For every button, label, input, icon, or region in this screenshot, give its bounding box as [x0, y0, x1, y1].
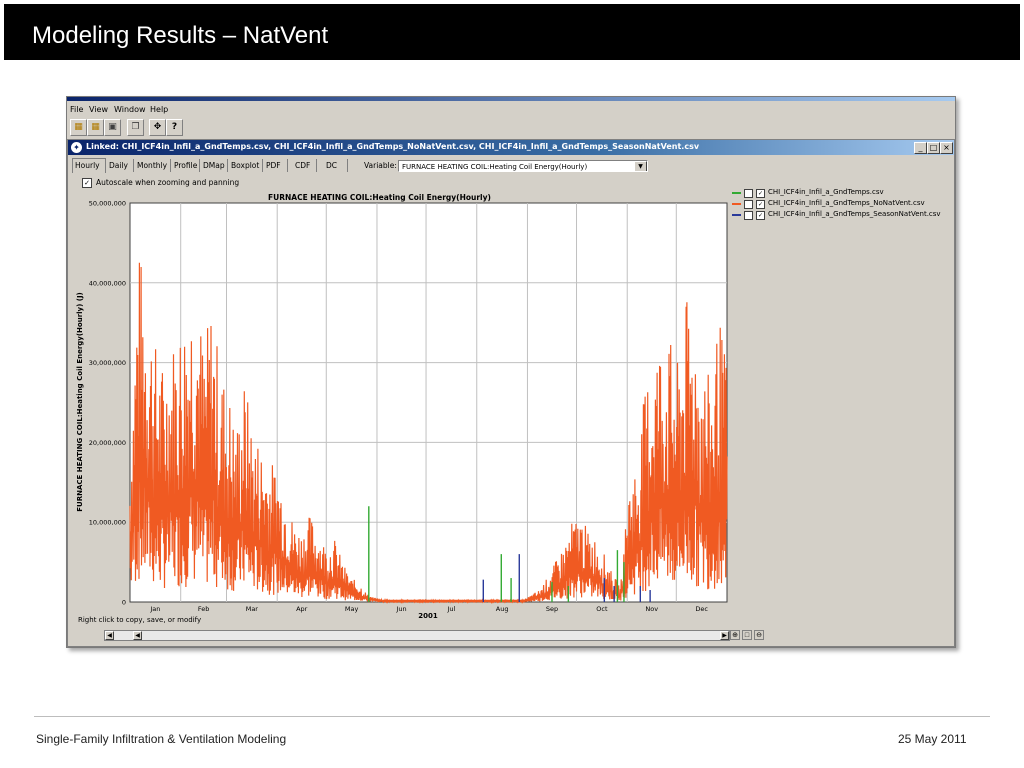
y-axis-label: FURNACE HEATING COIL:Heating Coil Energy…	[76, 292, 84, 512]
legend-visible-checkbox[interactable]	[744, 211, 753, 220]
x-tick-label: Nov	[645, 605, 658, 613]
legend-item-seasonnatvent: ✓ CHI_ICF4in_Infil_a_GndTemps_SeasonNatV…	[732, 210, 962, 220]
legend-visible-checkbox[interactable]	[744, 189, 753, 198]
legend-checked-checkbox[interactable]: ✓	[756, 200, 765, 209]
y-tick-label: 40,000,000	[89, 279, 126, 287]
x-tick-label: Oct	[596, 605, 608, 613]
footer-divider	[34, 716, 990, 717]
menu-bar: File View Window Help	[67, 102, 955, 117]
footer-left-text: Single-Family Infiltration & Ventilation…	[36, 732, 287, 746]
legend-visible-checkbox[interactable]	[744, 200, 753, 209]
open-folder-icon[interactable]: ▦	[70, 119, 87, 136]
slide-title-bar: Modeling Results – NatVent	[4, 4, 1020, 60]
application-window: File View Window Help ▦ ▦ ▣ ❐ ✥ ? ✦ Link…	[66, 96, 956, 648]
legend-checked-checkbox[interactable]: ✓	[756, 211, 765, 220]
scroll-left-icon[interactable]: ◀	[105, 631, 114, 640]
open-folder-2-icon[interactable]: ▦	[87, 119, 104, 136]
x-tick-label: May	[345, 605, 359, 613]
x-tick-label: Aug	[496, 605, 509, 613]
x-tick-label: Dec	[695, 605, 708, 613]
menu-view[interactable]: View	[89, 105, 108, 114]
y-tick-label: 0	[122, 599, 126, 607]
footer-date: 25 May 2011	[898, 732, 967, 746]
x-tick-label: Jan	[149, 605, 160, 613]
move-icon[interactable]: ✥	[149, 119, 166, 136]
y-tick-label: 20,000,000	[89, 439, 126, 447]
legend-label: CHI_ICF4in_Infil_a_GndTemps_SeasonNatVen…	[768, 210, 941, 218]
legend-item-nonatvent: ✓ CHI_ICF4in_Infil_a_GndTemps_NoNatVent.…	[732, 199, 962, 209]
legend-item-gndtemps: ✓ CHI_ICF4in_Infil_a_GndTemps.csv	[732, 188, 962, 198]
y-tick-label: 10,000,000	[89, 519, 126, 527]
menu-window[interactable]: Window	[114, 105, 146, 114]
outer-window-title-bar	[67, 97, 955, 101]
help-icon[interactable]: ?	[166, 119, 183, 136]
y-tick-label: 50,000,000	[89, 200, 126, 208]
x-tick-label: Apr	[296, 605, 308, 613]
x-tick-label: Mar	[246, 605, 259, 613]
x-tick-label: Sep	[546, 605, 558, 613]
x-tick-label: Feb	[198, 605, 210, 613]
legend-checked-checkbox[interactable]: ✓	[756, 189, 765, 198]
zoom-in-icon[interactable]: ⊕	[730, 630, 740, 640]
x-tick-label: Jul	[446, 605, 455, 613]
toolbar: ▦ ▦ ▣ ❐ ✥ ?	[67, 117, 955, 137]
menu-file[interactable]: File	[70, 105, 83, 114]
y-tick-label: 30,000,000	[89, 359, 126, 367]
horizontal-scrollbar[interactable]: ◀ ◀ ▶	[104, 630, 730, 641]
legend-label: CHI_ICF4in_Infil_a_GndTemps.csv	[768, 188, 884, 196]
legend-swatch-blue	[732, 214, 741, 216]
zoom-fit-icon[interactable]: □	[742, 630, 752, 640]
copy-icon[interactable]: ❐	[127, 119, 144, 136]
legend-label: CHI_ICF4in_Infil_a_GndTemps_NoNatVent.cs…	[768, 199, 925, 207]
linked-window: ✦ Linked: CHI_ICF4in_Infil_a_GndTemps.cs…	[67, 139, 955, 647]
scroll-right-icon[interactable]: ▶	[720, 631, 729, 640]
save-disk-icon[interactable]: ▣	[104, 119, 121, 136]
zoom-out-icon[interactable]: ⊖	[754, 630, 764, 640]
legend-swatch-orange	[732, 203, 741, 205]
slide-title: Modeling Results – NatVent	[32, 22, 329, 49]
x-tick-label: Jun	[395, 605, 406, 613]
x-axis-label: 2001	[418, 612, 438, 620]
legend-swatch-green	[732, 192, 741, 194]
menu-help[interactable]: Help	[150, 105, 168, 114]
scroll-left-page-icon[interactable]: ◀	[133, 631, 142, 640]
status-text: Right click to copy, save, or modify	[78, 616, 202, 624]
